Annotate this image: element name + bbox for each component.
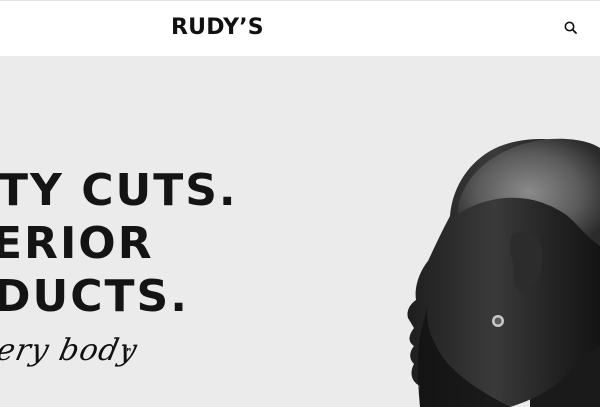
search-icon [564,21,577,34]
hero-portrait-image [407,138,600,407]
trademark-mark: ™ [122,346,133,359]
site-logo[interactable]: RUDY’S [171,14,264,42]
hero-headline-line-3: DUCTS. [0,271,189,322]
search-button[interactable] [562,19,580,37]
hero-headline-line-2: ERIOR [0,218,154,269]
hero-headline-line-1: TY CUTS. [0,165,238,216]
site-header: RUDY’S [0,0,600,56]
hero-tagline: ery body [0,333,141,368]
hero-banner: TY CUTS. ERIOR DUCTS. ery body ™ [0,56,600,407]
